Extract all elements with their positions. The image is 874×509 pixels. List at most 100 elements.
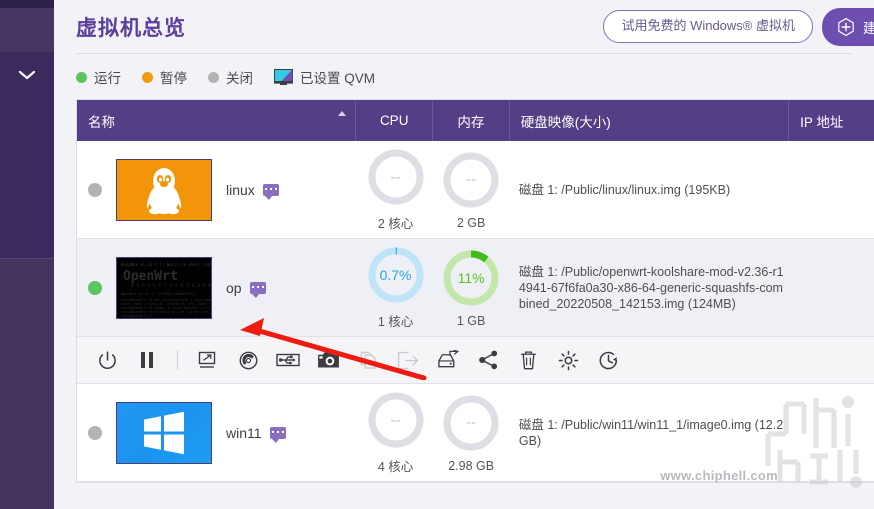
legend-item-paused: 暂停 [142, 67, 187, 87]
snapshot-camera-icon[interactable] [316, 348, 340, 372]
memory-gauge-value: -- [466, 414, 477, 431]
sidebar-lower-section [0, 258, 54, 509]
sidebar-collapse-button[interactable] [0, 52, 54, 98]
cpu-gauge-value: -- [390, 168, 401, 186]
status-dot-orange-icon [142, 71, 153, 83]
chevron-down-icon [17, 69, 37, 81]
disc-icon[interactable] [236, 348, 260, 372]
sidebar-highlight-band[interactable] [0, 8, 54, 52]
cpu-core-label: 1 核心 [377, 315, 414, 329]
cpu-gauge: 0.7% 1 核心 [366, 245, 426, 330]
status-legend: 运行 暂停 关闭 已设置 QVM [54, 54, 874, 99]
cell-disk: 磁盘 1: /Public/openwrt-koolshare-mod-v2.3… [509, 239, 790, 336]
cell-ip [790, 141, 874, 238]
cell-ip [790, 384, 874, 481]
sidebar-top-strip [0, 0, 54, 8]
legend-label-qvm: 已设置 QVM [300, 71, 376, 86]
column-header-cpu[interactable]: CPU [356, 100, 434, 141]
sort-ascending-icon [338, 111, 347, 116]
svg-text:BusyBox v1.31.1 () built-in sh: BusyBox v1.31.1 () built-in shell (ash) [121, 262, 212, 267]
column-header-memory[interactable]: 内存 [433, 100, 510, 141]
usb-icon[interactable] [276, 348, 300, 372]
table-row[interactable]: linux -- 2 核心 -- 2 GB 磁盘 1: /Public/linu… [77, 141, 874, 239]
cell-cpu: -- 2 核心 [358, 141, 434, 238]
table-row[interactable]: BusyBox v1.31.1 () built-in shell (ash) … [77, 239, 874, 337]
disk-image-text: 磁盘 1: /Public/linux/linux.img (195KB) [518, 182, 731, 197]
share-icon[interactable] [476, 348, 500, 372]
backup-icon[interactable] [436, 348, 460, 372]
monitor-icon [274, 69, 293, 85]
power-icon[interactable] [95, 348, 119, 372]
disk-image-text: 磁盘 1: /Public/openwrt-koolshare-mod-v2.3… [518, 264, 784, 311]
legend-label-stopped: 关闭 [226, 71, 253, 86]
svg-text:OpenWrt 19.07.7, r11306-c4a685: OpenWrt 19.07.7, r11306-c4a6851c72 [121, 292, 195, 296]
memory-size-label: 2 GB [456, 215, 486, 230]
note-icon[interactable] [249, 281, 266, 298]
column-header-disk-label: 硬盘映像(大小) [520, 114, 611, 130]
column-header-name[interactable]: 名称 [77, 100, 357, 141]
delete-trash-icon[interactable] [516, 348, 540, 372]
row-status-dot [88, 425, 102, 440]
cell-name: BusyBox v1.31.1 () built-in shell (ash) … [77, 239, 358, 336]
cell-disk: 磁盘 1: /Public/linux/linux.img (195KB) [509, 141, 790, 238]
clone-icon[interactable] [356, 348, 380, 372]
page-header: 虚拟机总览 试用免费的 Windows® 虚拟机 建立 [54, 0, 874, 53]
status-dot-green-icon [76, 71, 87, 83]
row-status-dot [88, 280, 102, 295]
table-header-row: 名称 CPU 内存 硬盘映像(大小) IP 地址 [77, 100, 874, 141]
memory-size-label: 2.98 GB [448, 458, 495, 473]
column-header-disk[interactable]: 硬盘映像(大小) [510, 100, 790, 141]
settings-gear-icon[interactable] [556, 348, 580, 372]
create-vm-button[interactable]: 建立 [822, 7, 874, 46]
main-content: 虚拟机总览 试用免费的 Windows® 虚拟机 建立 [54, 0, 874, 509]
windows-logo-icon [144, 411, 184, 454]
column-header-cpu-label: CPU [379, 113, 409, 128]
memory-gauge-value: -- [466, 171, 477, 188]
memory-size-label: 1 GB [456, 313, 486, 328]
note-icon[interactable] [262, 183, 279, 200]
vm-name-text: win11 [226, 424, 262, 441]
cpu-core-label: 4 核心 [377, 460, 414, 474]
header-actions: 试用免费的 Windows® 虚拟机 建立 [603, 7, 874, 46]
svg-text:W I R E L E S S F R E E D O: W I R E L E S S F R E E D O M [131, 283, 211, 289]
vm-thumbnail[interactable]: BusyBox v1.31.1 () built-in shell (ash) … [116, 256, 212, 319]
export-icon[interactable] [396, 348, 420, 372]
cpu-gauge: -- 2 核心 [366, 147, 426, 232]
memory-gauge: 11% 1 GB [441, 248, 501, 328]
vm-name-label: win11 [226, 424, 286, 443]
toolbar-separator [177, 350, 178, 370]
trial-windows-vm-button[interactable]: 试用免费的 Windows® 虚拟机 [603, 10, 813, 43]
svg-text:OpenWrt: OpenWrt [123, 269, 178, 284]
cell-memory: -- 2 GB [433, 141, 509, 238]
console-icon[interactable] [196, 348, 220, 372]
column-header-ip[interactable]: IP 地址 [789, 100, 874, 141]
vm-thumbnail[interactable] [116, 158, 212, 221]
memory-gauge: -- 2 GB [441, 150, 501, 230]
vm-name-text: op [226, 279, 242, 296]
history-clock-icon[interactable] [596, 348, 620, 372]
cpu-gauge-value: 0.7% [379, 267, 412, 283]
vm-thumbnail[interactable] [116, 401, 212, 464]
cell-memory: -- 2.98 GB [433, 384, 509, 481]
vm-action-toolbar [77, 337, 874, 384]
page-title: 虚拟机总览 [76, 16, 186, 40]
cpu-core-label: 2 核心 [377, 217, 414, 231]
tux-penguin-icon [146, 167, 182, 214]
table-row[interactable]: win11 -- 4 核心 -- 2.98 GB 磁盘 1: /Public/w… [77, 384, 874, 482]
cell-cpu: 0.7% 1 核心 [358, 239, 434, 336]
memory-gauge-value: 11% [457, 269, 485, 286]
cell-memory: 11% 1 GB [433, 239, 509, 336]
status-dot-gray-icon [208, 71, 219, 83]
sidebar [0, 0, 54, 509]
note-icon[interactable] [269, 426, 286, 443]
vm-name-text: linux [226, 181, 255, 198]
vm-table: 名称 CPU 内存 硬盘映像(大小) IP 地址 linux -- 2 核心 -… [76, 99, 874, 483]
cell-cpu: -- 4 核心 [358, 384, 434, 481]
vm-name-label: op [226, 279, 266, 298]
vm-name-label: linux [226, 181, 279, 200]
memory-gauge: -- 2.98 GB [441, 393, 501, 473]
pause-icon[interactable] [135, 348, 159, 372]
legend-label-running: 运行 [94, 71, 121, 86]
hexagon-plus-icon [836, 17, 856, 37]
cell-disk: 磁盘 1: /Public/win11/win11_1/image0.img (… [509, 384, 790, 481]
